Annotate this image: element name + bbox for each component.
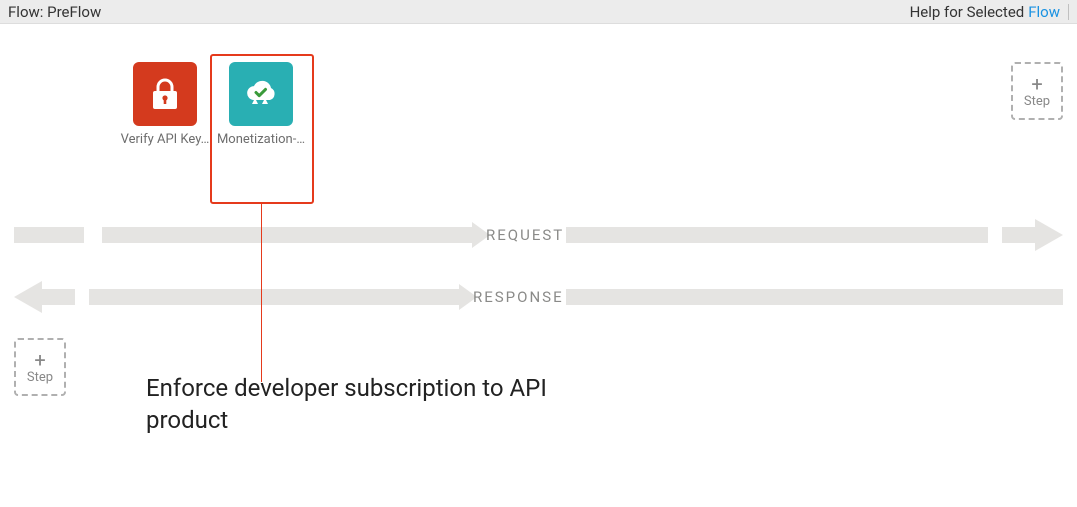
policy-verify-api-key-label: Verify API Key… xyxy=(120,132,210,148)
flow-canvas: Verify API Key… Monetization-… REQUEST xyxy=(0,24,1077,507)
policy-monetization-label: Monetization-… xyxy=(216,132,306,148)
lock-icon xyxy=(145,74,185,114)
add-step-label: Step xyxy=(1024,94,1050,109)
cloud-check-icon xyxy=(241,74,281,114)
plus-icon: + xyxy=(34,350,45,370)
request-label: REQUEST xyxy=(484,226,566,244)
callout-text: Enforce developer subscription to API pr… xyxy=(146,372,586,437)
policy-verify-api-key[interactable]: Verify API Key… xyxy=(120,62,210,148)
response-label: RESPONSE xyxy=(471,288,566,306)
flow-title: Flow: PreFlow xyxy=(8,3,101,21)
add-step-response-button[interactable]: + Step xyxy=(14,338,66,396)
arrow-right-icon xyxy=(1035,219,1063,251)
callout-line xyxy=(261,204,262,382)
add-step-request-button[interactable]: + Step xyxy=(1011,62,1063,120)
policy-monetization[interactable]: Monetization-… xyxy=(216,62,306,148)
topbar: Flow: PreFlow Help for Selected Flow xyxy=(0,0,1077,24)
policy-monetization-tile xyxy=(229,62,293,126)
help-flow-link[interactable]: Flow xyxy=(1028,3,1060,21)
plus-icon: + xyxy=(1031,74,1042,94)
policy-verify-api-key-tile xyxy=(133,62,197,126)
arrow-left-icon xyxy=(14,281,42,313)
request-flow-band: REQUEST xyxy=(14,222,1063,248)
help-label: Help for Selected xyxy=(910,3,1025,21)
response-flow-band: RESPONSE xyxy=(14,284,1063,310)
add-step-label: Step xyxy=(27,370,53,385)
topbar-divider xyxy=(1068,4,1069,20)
